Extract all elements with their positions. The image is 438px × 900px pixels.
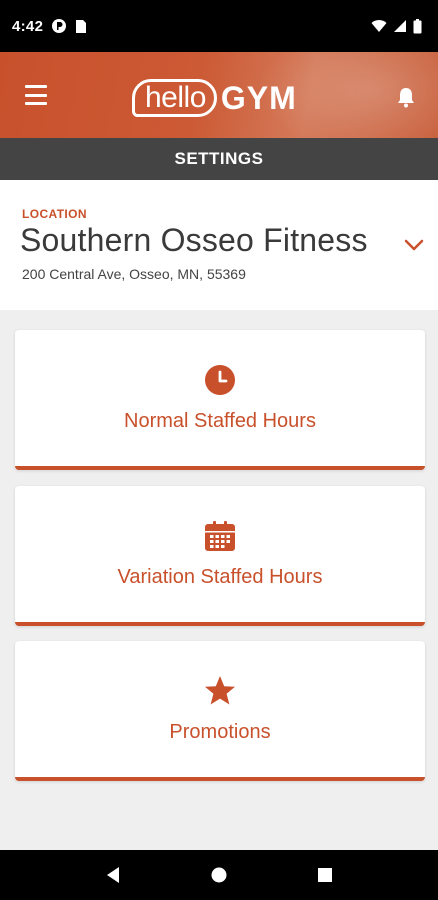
status-right [371, 18, 422, 34]
battery-icon [413, 18, 422, 33]
app-header: hello GYM [0, 52, 438, 138]
menu-button[interactable] [22, 82, 50, 108]
notifications-button[interactable] [396, 86, 416, 108]
location-address: 200 Central Ave, Osseo, MN, 55369 [22, 266, 246, 282]
clock-icon [205, 365, 235, 395]
normal-staffed-hours-card[interactable]: Normal Staffed Hours [15, 330, 425, 470]
wifi-icon [371, 20, 387, 32]
card-label: Normal Staffed Hours [124, 410, 316, 432]
back-button[interactable] [103, 865, 123, 885]
location-name: Southern Osseo Fitness [20, 222, 368, 258]
status-bar: 4:42 [0, 0, 438, 52]
system-navigation-bar [0, 850, 438, 900]
location-label: LOCATION [22, 207, 87, 221]
logo-bubble: hello [132, 79, 217, 117]
star-icon [205, 676, 235, 705]
promotions-card[interactable]: Promotions [15, 641, 425, 781]
back-triangle-icon [107, 867, 119, 883]
signal-icon [394, 20, 406, 32]
page-title: SETTINGS [174, 149, 264, 168]
sim-card-icon [76, 19, 87, 33]
page-title-bar: SETTINGS [0, 138, 438, 180]
logo-gym-text: GYM [220, 79, 297, 116]
home-circle-icon [211, 867, 227, 883]
menu-icon-line [25, 85, 47, 88]
menu-icon-line [25, 93, 47, 97]
card-label: Variation Staffed Hours [117, 566, 323, 588]
card-label: Promotions [169, 721, 271, 743]
calendar-icon [205, 521, 235, 551]
recents-square-icon [318, 868, 332, 882]
home-button[interactable] [209, 865, 229, 885]
hellogym-logo: hello GYM [132, 78, 297, 118]
app-notification-icon [52, 19, 67, 33]
recents-button[interactable] [315, 865, 335, 885]
logo-hello-text: hello [145, 81, 206, 114]
location-selector[interactable]: LOCATION Southern Osseo Fitness 200 Cent… [0, 180, 438, 310]
status-time: 4:42 [12, 17, 44, 35]
variation-staffed-hours-card[interactable]: Variation Staffed Hours [15, 486, 425, 626]
status-left: 4:42 [12, 18, 87, 35]
bell-icon [398, 88, 414, 108]
chevron-down-icon[interactable] [404, 238, 424, 252]
menu-icon-line [25, 102, 47, 105]
